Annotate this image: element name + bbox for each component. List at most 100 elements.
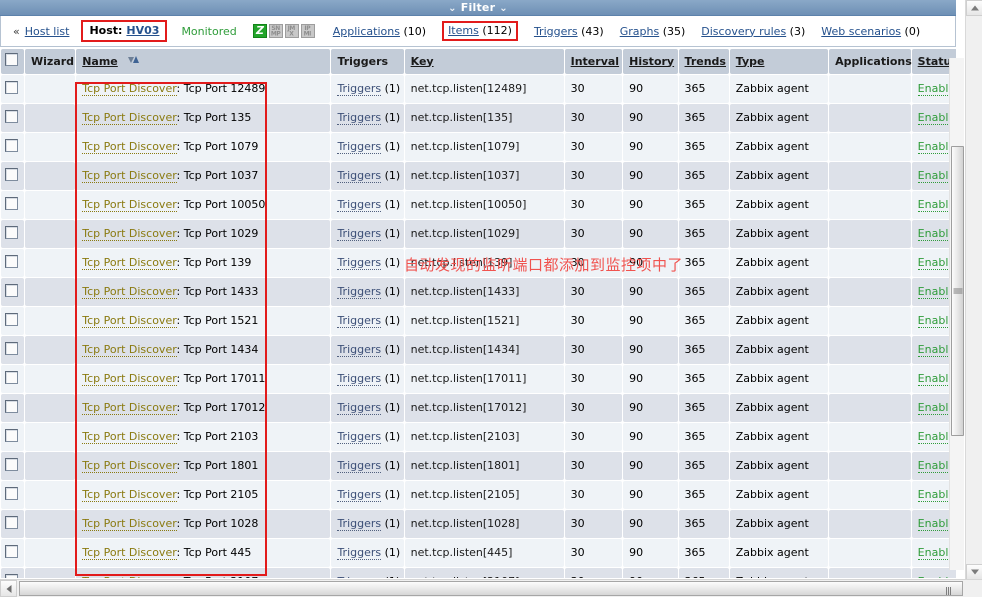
discovery-rule-link[interactable]: Tcp Port Discover <box>82 314 177 328</box>
discovery-rule-link[interactable]: Tcp Port Discover <box>82 401 177 415</box>
row-checkbox[interactable] <box>5 225 18 239</box>
row-checkbox[interactable] <box>5 457 18 471</box>
discovery-rule-link[interactable]: Tcp Port Discover <box>82 169 177 183</box>
row-checkbox[interactable] <box>5 515 18 529</box>
header-type[interactable]: Type <box>729 49 829 74</box>
row-select-cell[interactable] <box>1 278 25 306</box>
status-toggle-link[interactable]: Enabled <box>917 575 956 578</box>
row-triggers-link[interactable]: Triggers <box>337 227 382 241</box>
discovery-rule-link[interactable]: Tcp Port Discover <box>82 343 177 357</box>
horizontal-scrollbar-thumb[interactable] <box>19 581 963 596</box>
header-history-label[interactable]: History <box>629 55 674 68</box>
discovery-rule-link[interactable]: Tcp Port Discover <box>82 140 177 154</box>
discovery-rule-link[interactable]: Tcp Port Discover <box>82 517 177 531</box>
row-triggers-link[interactable]: Triggers <box>337 517 382 531</box>
row-triggers-link[interactable]: Triggers <box>337 256 382 270</box>
row-triggers-link[interactable]: Triggers <box>337 285 382 299</box>
select-all-checkbox[interactable] <box>5 53 18 66</box>
row-checkbox[interactable] <box>5 109 18 123</box>
discovery-rule-link[interactable]: Tcp Port Discover <box>82 111 177 125</box>
row-select-cell[interactable] <box>1 394 25 422</box>
header-interval[interactable]: Interval <box>564 49 623 74</box>
row-select-cell[interactable] <box>1 133 25 161</box>
row-checkbox[interactable] <box>5 254 18 268</box>
header-name-label[interactable]: Name <box>82 55 118 68</box>
row-checkbox[interactable] <box>5 196 18 210</box>
nav-triggers[interactable]: Triggers (43) <box>534 25 604 38</box>
discovery-rule-link[interactable]: Tcp Port Discover <box>82 459 177 473</box>
row-select-cell[interactable] <box>1 162 25 190</box>
nav-items-highlight-box[interactable]: Items (112) <box>442 21 518 41</box>
row-triggers-link[interactable]: Triggers <box>337 111 382 125</box>
scroll-left-button[interactable] <box>0 580 17 597</box>
nav-discovery-rules[interactable]: Discovery rules (3) <box>701 25 805 38</box>
graphs-link[interactable]: Graphs <box>620 25 659 38</box>
discovery-rule-link[interactable]: Tcp Port Discover <box>82 546 177 560</box>
discovery-rule-link[interactable]: Tcp Port Discover <box>82 575 177 578</box>
header-trends[interactable]: Trends <box>678 49 729 74</box>
scroll-down-button[interactable] <box>966 564 982 580</box>
row-select-cell[interactable] <box>1 104 25 132</box>
discovery-rules-link[interactable]: Discovery rules <box>701 25 786 38</box>
host-name-link[interactable]: HV03 <box>126 24 159 37</box>
row-triggers-link[interactable]: Triggers <box>337 372 382 386</box>
header-trends-label[interactable]: Trends <box>685 55 726 68</box>
row-checkbox[interactable] <box>5 138 18 152</box>
nav-applications[interactable]: Applications (10) <box>333 25 426 38</box>
row-triggers-link[interactable]: Triggers <box>337 459 382 473</box>
row-checkbox[interactable] <box>5 283 18 297</box>
applications-link[interactable]: Applications <box>333 25 400 38</box>
row-checkbox[interactable] <box>5 167 18 181</box>
horizontal-scrollbar[interactable] <box>0 579 982 597</box>
row-select-cell[interactable] <box>1 423 25 451</box>
outer-vertical-scrollbar[interactable] <box>965 0 982 580</box>
host-list-link[interactable]: Host list <box>25 25 70 38</box>
triggers-link[interactable]: Triggers <box>534 25 578 38</box>
row-select-cell[interactable] <box>1 191 25 219</box>
filter-bar[interactable]: ⌄ Filter ⌄ <box>0 0 956 16</box>
scroll-up-button[interactable] <box>966 0 982 16</box>
row-triggers-link[interactable]: Triggers <box>337 343 382 357</box>
row-triggers-link[interactable]: Triggers <box>337 401 382 415</box>
nav-graphs[interactable]: Graphs (35) <box>620 25 686 38</box>
row-triggers-link[interactable]: Triggers <box>337 546 382 560</box>
row-triggers-link[interactable]: Triggers <box>337 82 382 96</box>
nav-web-scenarios[interactable]: Web scenarios (0) <box>821 25 920 38</box>
header-history[interactable]: History <box>623 49 678 74</box>
discovery-rule-link[interactable]: Tcp Port Discover <box>82 372 177 386</box>
items-link[interactable]: Items <box>448 24 479 37</box>
row-select-cell[interactable] <box>1 539 25 567</box>
discovery-rule-link[interactable]: Tcp Port Discover <box>82 198 177 212</box>
sort-arrows-icon[interactable] <box>127 55 142 66</box>
row-checkbox[interactable] <box>5 486 18 500</box>
row-select-cell[interactable] <box>1 75 25 103</box>
row-select-cell[interactable] <box>1 365 25 393</box>
row-triggers-link[interactable]: Triggers <box>337 314 382 328</box>
filter-toggle[interactable]: ⌄ Filter ⌄ <box>448 0 508 17</box>
row-checkbox[interactable] <box>5 544 18 558</box>
row-select-cell[interactable] <box>1 452 25 480</box>
header-interval-label[interactable]: Interval <box>571 55 619 68</box>
header-type-label[interactable]: Type <box>736 55 765 68</box>
row-select-cell[interactable] <box>1 220 25 248</box>
discovery-rule-link[interactable]: Tcp Port Discover <box>82 256 177 270</box>
row-checkbox[interactable] <box>5 428 18 442</box>
header-name[interactable]: Name <box>76 49 331 74</box>
row-select-cell[interactable] <box>1 510 25 538</box>
inner-scrollbar-thumb[interactable] <box>951 146 964 436</box>
row-select-cell[interactable] <box>1 307 25 335</box>
row-triggers-link[interactable]: Triggers <box>337 488 382 502</box>
discovery-rule-link[interactable]: Tcp Port Discover <box>82 82 177 96</box>
row-checkbox[interactable] <box>5 341 18 355</box>
discovery-rule-link[interactable]: Tcp Port Discover <box>82 227 177 241</box>
row-triggers-link[interactable]: Triggers <box>337 198 382 212</box>
row-checkbox[interactable] <box>5 312 18 326</box>
row-triggers-link[interactable]: Triggers <box>337 169 382 183</box>
web-scenarios-link[interactable]: Web scenarios <box>821 25 901 38</box>
discovery-rule-link[interactable]: Tcp Port Discover <box>82 488 177 502</box>
row-checkbox[interactable] <box>5 80 18 94</box>
row-select-cell[interactable] <box>1 249 25 277</box>
row-select-cell[interactable] <box>1 568 25 578</box>
row-triggers-link[interactable]: Triggers <box>337 575 382 578</box>
row-triggers-link[interactable]: Triggers <box>337 430 382 444</box>
